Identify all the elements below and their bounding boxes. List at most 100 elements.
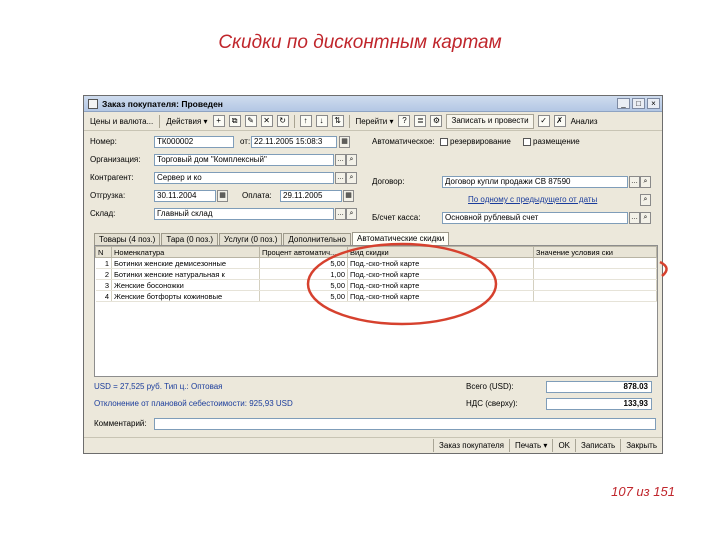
unpost-icon[interactable]: ✗ (553, 115, 566, 127)
percent-cell: 5,00 (259, 290, 348, 302)
close-form-button[interactable]: Закрыть (620, 439, 662, 452)
window-titlebar: Заказ покупателя: Проведен _ □ × (84, 96, 662, 112)
structure-icon[interactable]: ≣ (414, 115, 427, 127)
placement-checkbox[interactable] (523, 138, 531, 146)
column-header[interactable]: Номенклатура (111, 246, 260, 258)
table-row[interactable]: 2 Ботинки женские натуральная к 1,00 Под… (95, 268, 657, 280)
ok-button[interactable]: OK (552, 439, 575, 452)
previous-order-link[interactable]: По одному с предыдущего от даты (468, 195, 597, 204)
tab-goods[interactable]: Товары (4 поз.) (94, 233, 161, 245)
analysis-link[interactable]: Анализ (568, 117, 601, 126)
reserve-checkbox[interactable] (440, 138, 448, 146)
org-field[interactable]: Торговый дом "Комплексный" (154, 154, 334, 166)
date-field[interactable]: 22.11.2005 15:08:3 (251, 136, 337, 148)
reserve-label: резервирование (450, 137, 511, 146)
delete-icon[interactable]: ✕ (260, 115, 273, 127)
select-icon[interactable]: … (335, 154, 346, 166)
tab-tare[interactable]: Тара (0 поз.) (161, 233, 219, 245)
help-icon[interactable]: ? (398, 115, 411, 127)
bank-field[interactable]: Основной рублевый счет (442, 212, 628, 224)
cost-deviation-text[interactable]: Отклонение от плановой себестоимости: 92… (94, 399, 293, 408)
select-icon[interactable]: … (335, 172, 346, 184)
table-row[interactable]: 1 Ботинки женские демисезонные 5,00 Под.… (95, 257, 657, 269)
column-header[interactable]: N (95, 246, 112, 258)
prices-menu[interactable]: Цены и валюта... (87, 117, 156, 126)
post-button[interactable]: Записать и провести (446, 113, 534, 129)
settings-icon[interactable]: ⚙ (430, 115, 443, 127)
vat-label: НДС (сверху): (466, 399, 518, 408)
date-label: от: (240, 137, 251, 146)
goto-menu[interactable]: Перейти ▾ (353, 117, 397, 126)
search-icon[interactable]: ⌕ (640, 212, 651, 224)
search-icon[interactable]: ⌕ (346, 154, 357, 166)
item-cell: Женские ботфорты кожиновые (111, 290, 260, 302)
condition-cell (533, 279, 657, 291)
select-icon[interactable]: … (629, 212, 640, 224)
slide-title: Скидки по дисконтным картам (218, 32, 502, 53)
contract-label: Договор: (372, 177, 405, 186)
shipment-field[interactable]: 30.11.2004 (154, 190, 216, 202)
item-cell: Женские босоножки (111, 279, 260, 291)
move-up-icon[interactable]: ↑ (299, 115, 312, 127)
toolbar-separator (159, 114, 161, 128)
maximize-button[interactable]: □ (632, 98, 645, 109)
search-icon[interactable]: ⌕ (346, 208, 357, 220)
table-row[interactable]: 4 Женские ботфорты кожиновые 5,00 Под.-с… (95, 290, 657, 302)
currency-rate-text[interactable]: USD = 27,525 руб. Тип ц.: Оптовая (94, 382, 223, 391)
close-button[interactable]: × (647, 98, 660, 109)
warehouse-label: Склад: (90, 209, 116, 218)
select-icon[interactable]: … (629, 176, 640, 188)
column-header[interactable]: Вид скидки (347, 246, 534, 258)
copy-icon[interactable]: ⧉ (228, 115, 241, 127)
toolbar-separator (348, 114, 350, 128)
column-header[interactable]: Процент автоматич... (259, 246, 348, 258)
condition-cell (533, 257, 657, 269)
select-icon[interactable]: … (335, 208, 346, 220)
number-field[interactable]: ТК000002 (154, 136, 234, 148)
tab-services[interactable]: Услуги (0 поз.) (219, 233, 283, 245)
toolbar: Цены и валюта... Действия ▾ + ⧉ ✎ ✕ ↻ ↑ … (84, 112, 662, 131)
percent-cell: 1,00 (259, 268, 348, 280)
calendar-icon[interactable]: ▦ (343, 190, 354, 202)
item-cell: Ботинки женские натуральная к (111, 268, 260, 280)
row-number: 3 (95, 279, 112, 291)
table-row[interactable]: 3 Женские босоножки 5,00 Под.-ско-тной к… (95, 279, 657, 291)
actions-menu[interactable]: Действия ▾ (163, 117, 210, 126)
sort-icon[interactable]: ⇅ (331, 115, 344, 127)
warehouse-field[interactable]: Главный склад (154, 208, 334, 220)
discount-type-cell: Под.-ско-тной карте (347, 268, 534, 280)
refresh-icon[interactable]: ↻ (276, 115, 289, 127)
condition-cell (533, 290, 657, 302)
toolbar-separator (293, 114, 295, 128)
post-icon[interactable]: ✓ (537, 115, 550, 127)
calendar-icon[interactable]: ▦ (339, 136, 350, 148)
payment-field[interactable]: 29.11.2005 (280, 190, 342, 202)
edit-icon[interactable]: ✎ (244, 115, 257, 127)
calendar-icon[interactable]: ▦ (217, 190, 228, 202)
table-header-row: N Номенклатура Процент автоматич... Вид … (95, 246, 657, 258)
minimize-button[interactable]: _ (617, 98, 630, 109)
row-number: 4 (95, 290, 112, 302)
tab-auto-discounts[interactable]: Автоматические скидки (352, 232, 450, 245)
total-label: Всего (USD): (466, 382, 514, 391)
comment-field[interactable] (154, 418, 656, 430)
search-icon[interactable]: ⌕ (346, 172, 357, 184)
order-form-button[interactable]: Заказ покупателя (433, 439, 509, 452)
item-cell: Ботинки женские демисезонные (111, 257, 260, 269)
bank-label: Б/счет касса: (372, 213, 421, 222)
tab-additional[interactable]: Дополнительно (283, 233, 351, 245)
search-icon[interactable]: ⌕ (640, 176, 651, 188)
new-icon[interactable]: + (212, 115, 225, 127)
page-number: 107 из 151 (611, 484, 675, 499)
contract-field[interactable]: Договор купли продажи СВ 87590 (442, 176, 628, 188)
vat-value: 133,93 (546, 398, 652, 410)
print-button[interactable]: Печать ▾ (508, 439, 552, 452)
contractor-field[interactable]: Сервер и ко (154, 172, 334, 184)
discount-type-cell: Под.-ско-тной карте (347, 257, 534, 269)
placement-label: размещение (533, 137, 580, 146)
move-down-icon[interactable]: ↓ (315, 115, 328, 127)
row-number: 2 (95, 268, 112, 280)
search-icon[interactable]: ⌕ (640, 194, 651, 206)
column-header[interactable]: Значение условия ски (533, 246, 657, 258)
save-button[interactable]: Записать (575, 439, 620, 452)
